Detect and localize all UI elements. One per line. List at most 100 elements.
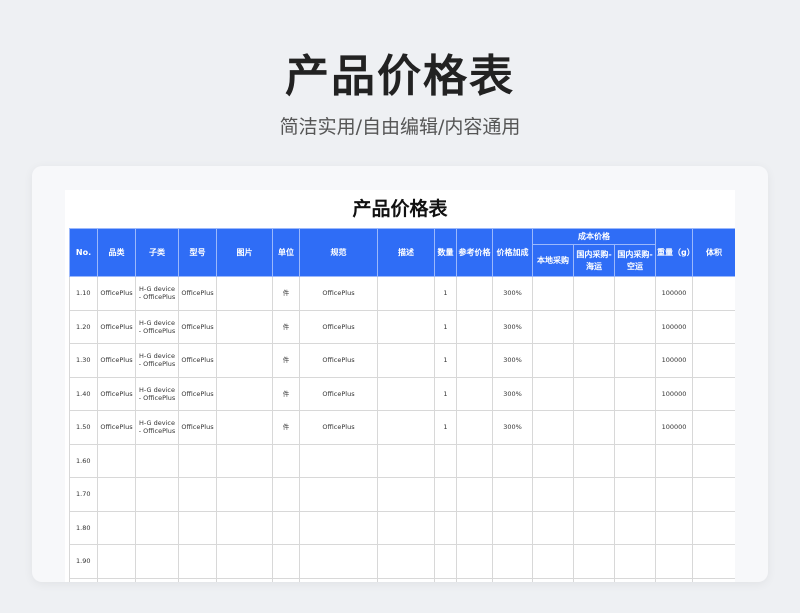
cell-category[interactable] [97, 510, 136, 545]
cell-cost-local[interactable] [532, 410, 574, 445]
cell-cost-air[interactable] [613, 309, 657, 344]
cell-volume[interactable] [692, 276, 735, 311]
cell-weight[interactable]: 100000 [655, 410, 694, 445]
cell-ref-price[interactable] [456, 343, 493, 378]
cell-subcategory[interactable] [135, 477, 179, 512]
cell-weight[interactable]: 100000 [655, 276, 694, 311]
cell-quantity[interactable] [434, 577, 457, 582]
cell-weight[interactable] [655, 577, 694, 582]
cell-markup[interactable] [492, 443, 533, 478]
cell-ref-price[interactable] [456, 477, 493, 512]
cell-quantity[interactable] [434, 510, 457, 545]
cell-model[interactable] [178, 443, 217, 478]
cell-cost-local[interactable] [532, 443, 574, 478]
cell-category[interactable]: OfficePlus [97, 343, 136, 378]
cell-spec[interactable]: OfficePlus [299, 410, 378, 445]
cell-volume[interactable] [692, 510, 735, 545]
cell-unit[interactable] [272, 544, 300, 579]
cell-subcategory[interactable]: H-G device - OfficePlus [135, 376, 179, 411]
cell-image[interactable] [216, 410, 273, 445]
cell-category[interactable] [97, 577, 136, 582]
cell-model[interactable]: OfficePlus [178, 343, 217, 378]
cell-model[interactable]: OfficePlus [178, 410, 217, 445]
cell-spec[interactable] [299, 577, 378, 582]
cell-cost-air[interactable] [613, 276, 657, 311]
cell-spec[interactable] [299, 544, 378, 579]
cell-unit[interactable]: 件 [272, 343, 300, 378]
cell-no[interactable]: 1.30 [69, 343, 98, 378]
cell-ref-price[interactable] [456, 577, 493, 582]
cell-ref-price[interactable] [456, 410, 493, 445]
cell-weight[interactable] [655, 544, 694, 579]
cell-description[interactable] [377, 343, 435, 378]
cell-subcategory[interactable]: H-G device - OfficePlus [135, 276, 179, 311]
cell-quantity[interactable] [434, 443, 457, 478]
cell-description[interactable] [377, 577, 435, 582]
cell-unit[interactable]: 件 [272, 309, 300, 344]
cell-unit[interactable] [272, 477, 300, 512]
cell-markup[interactable]: 300% [492, 309, 533, 344]
cell-no[interactable]: 1.90 [69, 544, 98, 579]
cell-model[interactable]: OfficePlus [178, 276, 217, 311]
cell-cost-sea[interactable] [573, 376, 615, 411]
cell-description[interactable] [377, 544, 435, 579]
cell-no[interactable]: 1.70 [69, 477, 98, 512]
cell-cost-local[interactable] [532, 544, 574, 579]
cell-description[interactable] [377, 443, 435, 478]
cell-no[interactable]: 1.40 [69, 376, 98, 411]
cell-cost-air[interactable] [613, 410, 657, 445]
cell-cost-local[interactable] [532, 510, 574, 545]
cell-cost-local[interactable] [532, 343, 574, 378]
cell-description[interactable] [377, 510, 435, 545]
cell-weight[interactable]: 100000 [655, 376, 694, 411]
cell-cost-air[interactable] [613, 577, 657, 582]
cell-cost-local[interactable] [532, 309, 574, 344]
cell-image[interactable] [216, 376, 273, 411]
cell-spec[interactable]: OfficePlus [299, 376, 378, 411]
cell-model[interactable]: OfficePlus [178, 376, 217, 411]
cell-ref-price[interactable] [456, 544, 493, 579]
cell-cost-sea[interactable] [573, 343, 615, 378]
cell-spec[interactable]: OfficePlus [299, 276, 378, 311]
cell-subcategory[interactable] [135, 544, 179, 579]
cell-markup[interactable] [492, 544, 533, 579]
cell-markup[interactable] [492, 477, 533, 512]
cell-quantity[interactable] [434, 544, 457, 579]
cell-markup[interactable]: 300% [492, 343, 533, 378]
cell-volume[interactable] [692, 309, 735, 344]
cell-category[interactable] [97, 477, 136, 512]
cell-description[interactable] [377, 309, 435, 344]
cell-weight[interactable] [655, 477, 694, 512]
cell-image[interactable] [216, 510, 273, 545]
cell-model[interactable]: OfficePlus [178, 309, 217, 344]
cell-unit[interactable] [272, 510, 300, 545]
cell-cost-sea[interactable] [573, 544, 615, 579]
cell-volume[interactable] [692, 343, 735, 378]
cell-no[interactable]: 1.50 [69, 410, 98, 445]
cell-unit[interactable] [272, 577, 300, 582]
cell-cost-air[interactable] [613, 443, 657, 478]
cell-image[interactable] [216, 443, 273, 478]
cell-subcategory[interactable] [135, 577, 179, 582]
cell-image[interactable] [216, 309, 273, 344]
cell-model[interactable] [178, 477, 217, 512]
cell-cost-local[interactable] [532, 577, 574, 582]
cell-description[interactable] [377, 276, 435, 311]
cell-volume[interactable] [692, 577, 735, 582]
cell-markup[interactable]: 300% [492, 410, 533, 445]
cell-subcategory[interactable] [135, 443, 179, 478]
cell-ref-price[interactable] [456, 510, 493, 545]
cell-weight[interactable] [655, 510, 694, 545]
cell-quantity[interactable]: 1 [434, 309, 457, 344]
cell-image[interactable] [216, 577, 273, 582]
cell-spec[interactable] [299, 477, 378, 512]
cell-unit[interactable] [272, 443, 300, 478]
cell-category[interactable]: OfficePlus [97, 410, 136, 445]
cell-image[interactable] [216, 477, 273, 512]
cell-markup[interactable] [492, 510, 533, 545]
cell-cost-air[interactable] [613, 544, 657, 579]
cell-description[interactable] [377, 410, 435, 445]
cell-category[interactable]: OfficePlus [97, 309, 136, 344]
cell-weight[interactable]: 100000 [655, 343, 694, 378]
cell-markup[interactable]: 300% [492, 376, 533, 411]
